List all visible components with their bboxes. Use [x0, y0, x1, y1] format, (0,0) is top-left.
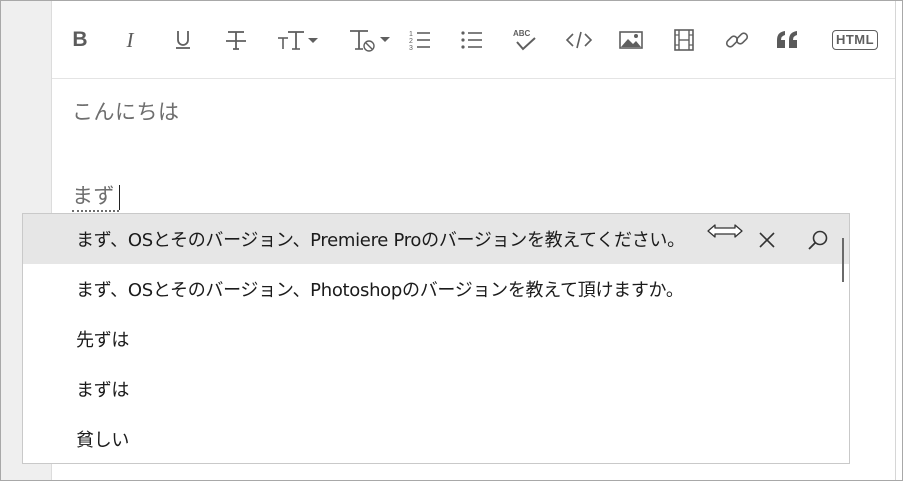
suggestion-label: まずは [76, 380, 130, 401]
link-icon [725, 32, 749, 48]
svg-text:3: 3 [409, 45, 413, 52]
text-caret [119, 185, 120, 210]
suggestion-item[interactable]: まず、OSとそのバージョン、Photoshopのバージョンを教えて頂けますか。 [23, 264, 849, 314]
bold-icon: B [72, 28, 88, 51]
ordered-list-button[interactable]: 1 2 3 [406, 23, 434, 57]
close-icon[interactable] [755, 228, 779, 252]
suggestion-item[interactable]: まずは [23, 364, 849, 414]
suggestion-item[interactable]: 先ずは [23, 314, 849, 364]
strikethrough-icon [226, 31, 246, 50]
editor-toolbar: B I 1 2 3 ABC HTML [52, 1, 895, 79]
svg-text:ABC: ABC [513, 29, 531, 38]
ordered-list-icon: 1 2 3 [409, 31, 430, 52]
suggestion-label: 貧しい [76, 430, 130, 451]
text-size-button[interactable] [274, 23, 322, 57]
resize-horizontal-icon[interactable] [705, 220, 745, 242]
right-edge-line [895, 1, 896, 480]
search-icon[interactable] [805, 227, 831, 253]
bullet-list-icon [461, 31, 482, 49]
blockquote-button[interactable] [772, 23, 804, 57]
suggestion-item[interactable]: 貧しい [23, 414, 849, 464]
code-icon [565, 31, 593, 49]
insert-link-button[interactable] [722, 23, 752, 57]
code-button[interactable] [563, 23, 595, 57]
image-icon [619, 31, 643, 49]
bold-button[interactable]: B [66, 23, 94, 57]
insert-video-button[interactable] [669, 23, 699, 57]
ime-composition-underline [72, 210, 119, 212]
clear-format-icon [350, 30, 390, 52]
spellcheck-button[interactable]: ABC [510, 23, 540, 57]
suggestion-label: まず、OSとそのバージョン、Premiere Proのバージョンを教えてください… [76, 230, 685, 251]
italic-icon: I [126, 27, 134, 52]
insert-image-button[interactable] [616, 23, 646, 57]
underline-icon [176, 31, 190, 49]
svg-text:1: 1 [409, 31, 413, 38]
html-view-button[interactable]: HTML [826, 23, 884, 57]
underline-button[interactable] [170, 23, 196, 57]
suggestion-label: 先ずは [76, 330, 130, 351]
editor-line-1[interactable]: こんにちは [72, 96, 180, 126]
strikethrough-button[interactable] [222, 23, 250, 57]
clear-format-button[interactable] [346, 23, 394, 57]
spellcheck-icon: ABC [513, 29, 536, 51]
suggestion-label: まず、OSとそのバージョン、Photoshopのバージョンを教えて頂けますか。 [76, 280, 684, 301]
svg-text:2: 2 [409, 38, 413, 45]
ime-suggestion-popup: まず、OSとそのバージョン、Premiere Proのバージョンを教えてください… [22, 213, 850, 464]
html-label: HTML [831, 30, 879, 50]
text-size-icon [278, 31, 318, 50]
editor-line-2[interactable]: まず [72, 180, 115, 210]
bullet-list-button[interactable] [458, 23, 486, 57]
quote-icon [777, 31, 797, 48]
popup-scrollbar[interactable] [842, 238, 844, 282]
italic-button[interactable]: I [118, 23, 142, 57]
film-icon [674, 29, 694, 51]
